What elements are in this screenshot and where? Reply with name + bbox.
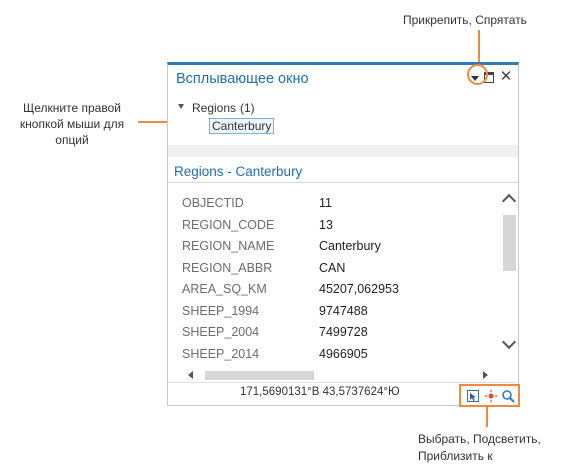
table-row: REGION_ABBR CAN — [182, 258, 492, 280]
table-row: REGION_NAME Canterbury — [182, 236, 492, 258]
attribute-value: 45207,062953 — [319, 282, 399, 296]
table-row: REGION_CODE 13 — [182, 215, 492, 237]
scroll-down-icon[interactable] — [501, 334, 517, 350]
right-click-callout-line: опций — [55, 133, 89, 147]
attribute-key: SHEEP_2004 — [182, 325, 260, 339]
scroll-up-icon[interactable] — [501, 193, 517, 209]
attribute-key: SHEEP_1994 — [182, 303, 260, 318]
attribute-key: OBJECTID — [182, 196, 244, 210]
tools-highlight — [459, 384, 520, 407]
right-click-callout-line: кнопкой мыши для — [19, 117, 125, 131]
attribute-value: 11 — [319, 196, 332, 210]
screenshot-canvas: Прикрепить, Спрятать Щелкните правой кно… — [0, 0, 561, 468]
scroll-right-icon[interactable] — [483, 371, 488, 379]
table-row: SHEEP_2004 7499728 — [182, 322, 492, 344]
collapse-arrow-icon[interactable] — [178, 104, 184, 109]
popup-window: Всплывающее окно ✕ Regions (1) Canterbur… — [167, 62, 519, 406]
attribute-value: 4966905 — [319, 346, 368, 361]
pin-hide-highlight — [467, 64, 488, 85]
attribute-key: REGION_NAME — [182, 239, 275, 253]
vertical-scroll-thumb[interactable] — [503, 215, 516, 271]
popup-title: Всплывающее окно — [176, 71, 309, 87]
horizontal-scroll-thumb[interactable] — [205, 371, 314, 380]
tools-leader — [486, 405, 488, 427]
section-rule — [168, 182, 518, 183]
tools-callout: Выбрать, Подсветить, Приблизить к — [418, 431, 558, 465]
feature-item-canterbury[interactable]: Canterbury — [209, 118, 275, 134]
coordinates-readout: 171,5690131°В 43,5737624°Ю — [240, 386, 400, 398]
section-title: Regions - Canterbury — [174, 164, 303, 179]
right-click-callout: Щелкните правой кнопкой мыши для опций — [10, 100, 134, 148]
tools-callout-line: Приблизить к — [418, 449, 493, 463]
layer-label: Regions — [192, 101, 237, 115]
horizontal-scrollbar[interactable] — [168, 367, 518, 383]
right-click-callout-line: Щелкните правой — [23, 101, 121, 115]
pin-hide-callout-text: Прикрепить, Спрятать — [403, 13, 527, 27]
attribute-value: 9747488 — [319, 303, 368, 318]
attribute-value: 13 — [319, 217, 333, 232]
vertical-scrollbar[interactable] — [501, 189, 518, 359]
attribute-value: 7499728 — [319, 325, 368, 339]
pin-hide-callout: Прикрепить, Спрятать — [403, 12, 553, 28]
attribute-key: REGION_CODE — [182, 217, 275, 232]
attribute-value: CAN — [319, 260, 346, 275]
table-row: SHEEP_1994 9747488 — [182, 301, 492, 323]
attribute-key: REGION_ABBR — [182, 260, 273, 275]
attribute-value: Canterbury — [319, 239, 381, 253]
table-row: OBJECTID 11 — [182, 193, 492, 215]
table-row: AREA_SQ_KM 45207,062953 — [182, 279, 492, 301]
pin-hide-leader — [478, 30, 480, 64]
table-row: SHEEP_2014 4966905 — [182, 344, 492, 366]
scroll-left-icon[interactable] — [188, 371, 193, 379]
attribute-table: OBJECTID 11 REGION_CODE 13 REGION_NAME C… — [182, 193, 492, 365]
layer-count: (1) — [240, 101, 255, 115]
attribute-key: AREA_SQ_KM — [182, 282, 267, 296]
attribute-key: SHEEP_2014 — [182, 346, 260, 361]
close-icon[interactable]: ✕ — [499, 67, 513, 87]
section-divider — [168, 145, 518, 157]
tools-callout-line: Выбрать, Подсветить, — [418, 432, 541, 446]
